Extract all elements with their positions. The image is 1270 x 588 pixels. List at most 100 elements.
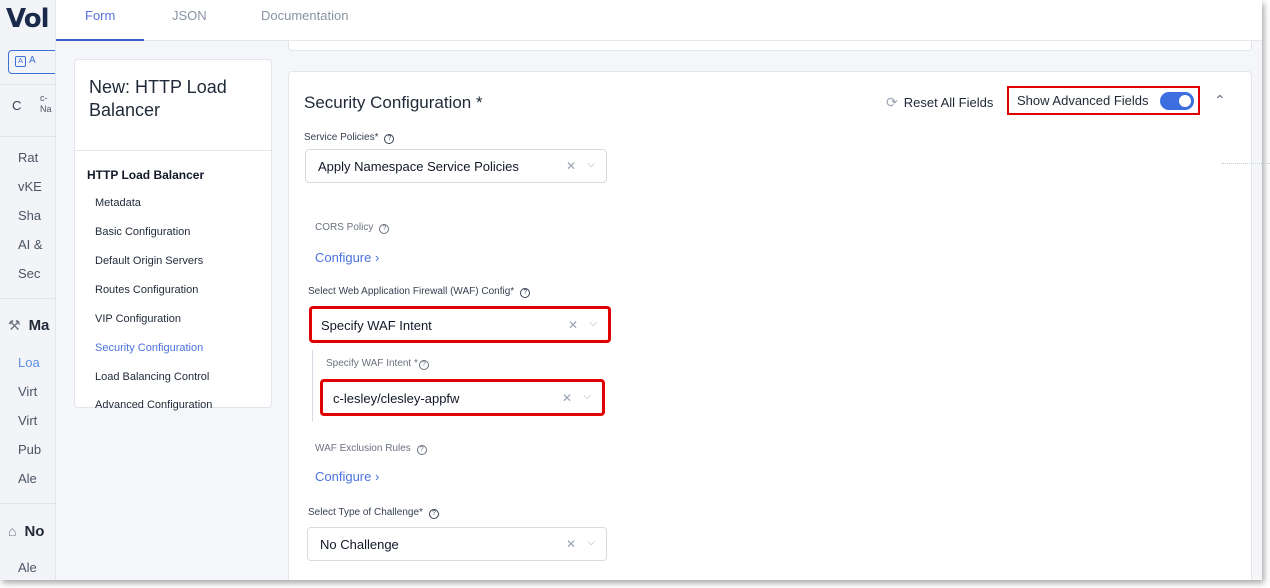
- security-configuration-card: Security Configuration * ⟳ Reset All Fiel…: [288, 71, 1252, 580]
- sidebar-section-notifications[interactable]: ⌂ No: [8, 523, 44, 540]
- outline-link-default-origin-servers[interactable]: Default Origin Servers: [95, 255, 203, 267]
- show-advanced-fields-toggle[interactable]: [1160, 92, 1194, 110]
- show-advanced-fields-highlight: Show Advanced Fields: [1007, 86, 1200, 115]
- clear-icon[interactable]: ✕: [568, 318, 578, 332]
- select-value: Specify WAF Intent: [321, 318, 432, 333]
- refresh-icon: ⟳: [886, 94, 898, 110]
- sidebar-item[interactable]: Ale: [18, 471, 37, 486]
- sidebar-item[interactable]: Sha: [18, 208, 41, 223]
- waf-config-select[interactable]: Specify WAF Intent ✕ ⌵: [309, 306, 611, 343]
- workspace-button[interactable]: AA: [8, 50, 55, 74]
- sidebar-item-load-balancers[interactable]: Loa: [18, 355, 40, 370]
- outline-link-load-balancing-control[interactable]: Load Balancing Control: [95, 371, 209, 383]
- reset-all-fields-button[interactable]: ⟳ Reset All Fields: [886, 94, 993, 111]
- sidebar-item[interactable]: Sec: [18, 266, 40, 281]
- waf-config-label-text: Select Web Application Firewall (WAF) Co…: [308, 286, 515, 297]
- tab-form[interactable]: Form: [85, 8, 115, 23]
- toggle-knob: [1179, 95, 1191, 107]
- waf-exclusion-configure-link[interactable]: Configure ›: [315, 469, 379, 484]
- clear-icon[interactable]: ✕: [566, 537, 576, 551]
- chevron-down-icon[interactable]: ⌵: [587, 537, 595, 548]
- form-outline: New: HTTP Load Balancer HTTP Load Balanc…: [74, 59, 272, 411]
- service-policies-label: Service Policies*?: [304, 132, 395, 144]
- outline-link-routes-configuration[interactable]: Routes Configuration: [95, 284, 198, 296]
- chevron-up-icon[interactable]: ⌃: [1214, 92, 1226, 109]
- section-title: Security Configuration *: [304, 93, 483, 112]
- app-window: Vol AA C c- Na Rat vKE Sha AI & Sec ⚒ Ma L…: [0, 0, 1262, 580]
- sidebar-item[interactable]: Pub: [18, 442, 41, 457]
- tab-bar: Form JSON Documentation: [56, 0, 1262, 41]
- sidebar-item[interactable]: Rat: [18, 150, 38, 165]
- service-policies-select[interactable]: Apply Namespace Service Policies ✕ ⌵: [305, 149, 607, 183]
- help-icon[interactable]: ?: [384, 134, 395, 144]
- outline-link-advanced-configuration[interactable]: Advanced Configuration: [95, 399, 212, 411]
- workspace-button-label: A: [29, 55, 36, 66]
- service-policies-label-text: Service Policies*: [304, 132, 379, 143]
- sidebar-item[interactable]: vKE: [18, 179, 42, 194]
- namespace-name: c-: [40, 93, 48, 103]
- sidebar-section-label: No: [24, 523, 45, 540]
- waf-intent-label-text: Specify WAF Intent *: [326, 358, 418, 369]
- outline-link-metadata[interactable]: Metadata: [95, 197, 141, 209]
- cors-policy-label-text: CORS Policy: [315, 222, 374, 233]
- sidebar-divider: [0, 84, 55, 85]
- app-sidebar: Vol AA C c- Na Rat vKE Sha AI & Sec ⚒ Ma L…: [0, 0, 56, 580]
- bell-icon: ⌂: [8, 523, 17, 539]
- outline-link-security-configuration[interactable]: Security Configuration: [95, 342, 203, 354]
- challenge-type-label: Select Type of Challenge*?: [308, 507, 439, 519]
- waf-intent-select[interactable]: c-lesley/clesley-appfw ✕ ⌵: [320, 379, 605, 416]
- wrench-icon: ⚒: [8, 317, 21, 333]
- chevron-down-icon[interactable]: ⌵: [587, 159, 595, 170]
- help-icon[interactable]: ?: [428, 509, 439, 519]
- configure-label: Configure: [315, 469, 372, 484]
- form-title: New: HTTP Load Balancer: [89, 77, 227, 120]
- waf-exclusion-rules-label: WAF Exclusion Rules?: [315, 443, 427, 455]
- namespace-selector[interactable]: C c- Na: [12, 93, 52, 114]
- challenge-type-select[interactable]: No Challenge ✕ ⌵: [307, 527, 607, 561]
- previous-section-card: [288, 41, 1252, 51]
- challenge-type-label-text: Select Type of Challenge*: [308, 507, 423, 518]
- select-value: No Challenge: [320, 537, 399, 552]
- cors-configure-link[interactable]: Configure ›: [315, 250, 379, 265]
- chevron-down-icon[interactable]: ⌵: [589, 318, 597, 329]
- tab-documentation[interactable]: Documentation: [261, 8, 348, 23]
- namespace-initial: C: [12, 98, 22, 113]
- waf-config-label: Select Web Application Firewall (WAF) Co…: [308, 286, 531, 298]
- decorative-guide-line: [1222, 163, 1270, 164]
- show-advanced-fields-label: Show Advanced Fields: [1017, 93, 1149, 108]
- chevron-right-icon: ›: [375, 469, 380, 484]
- select-value: Apply Namespace Service Policies: [318, 159, 519, 174]
- app-logo: Vol: [6, 4, 49, 34]
- help-icon[interactable]: ?: [520, 288, 531, 298]
- sidebar-section-manage[interactable]: ⚒ Ma: [8, 317, 49, 334]
- reset-label: Reset All Fields: [903, 95, 994, 110]
- form-sections: Security Configuration * ⟳ Reset All Fiel…: [288, 41, 1262, 580]
- chevron-down-icon[interactable]: ⌵: [583, 391, 591, 402]
- sidebar-divider: [0, 136, 55, 137]
- tab-json[interactable]: JSON: [172, 8, 207, 23]
- sidebar-divider: [0, 298, 55, 299]
- select-value: c-lesley/clesley-appfw: [333, 391, 460, 406]
- namespace-sub: Na: [40, 104, 52, 114]
- nested-field-guide: [312, 350, 313, 422]
- workspace-icon: A: [15, 56, 26, 67]
- help-icon[interactable]: ?: [416, 445, 427, 455]
- chevron-right-icon: ›: [375, 250, 380, 265]
- sidebar-item[interactable]: Ale: [18, 560, 37, 575]
- cors-policy-label: CORS Policy?: [315, 222, 390, 234]
- sidebar-item[interactable]: Virt: [18, 384, 37, 399]
- outline-link-basic-configuration[interactable]: Basic Configuration: [95, 226, 190, 238]
- waf-intent-label: Specify WAF Intent *?: [326, 358, 429, 370]
- clear-icon[interactable]: ✕: [562, 391, 572, 405]
- help-icon[interactable]: ?: [418, 360, 429, 370]
- sidebar-item[interactable]: Virt: [18, 413, 37, 428]
- sidebar-divider: [0, 503, 55, 504]
- waf-exclusion-label-text: WAF Exclusion Rules: [315, 443, 411, 454]
- clear-icon[interactable]: ✕: [566, 159, 576, 173]
- outline-group-title[interactable]: HTTP Load Balancer: [87, 168, 204, 182]
- help-icon[interactable]: ?: [379, 224, 390, 234]
- outline-link-vip-configuration[interactable]: VIP Configuration: [95, 313, 181, 325]
- form-content: New: HTTP Load Balancer HTTP Load Balanc…: [56, 41, 1262, 580]
- outline-divider: [75, 150, 271, 151]
- sidebar-item[interactable]: AI &: [18, 237, 43, 252]
